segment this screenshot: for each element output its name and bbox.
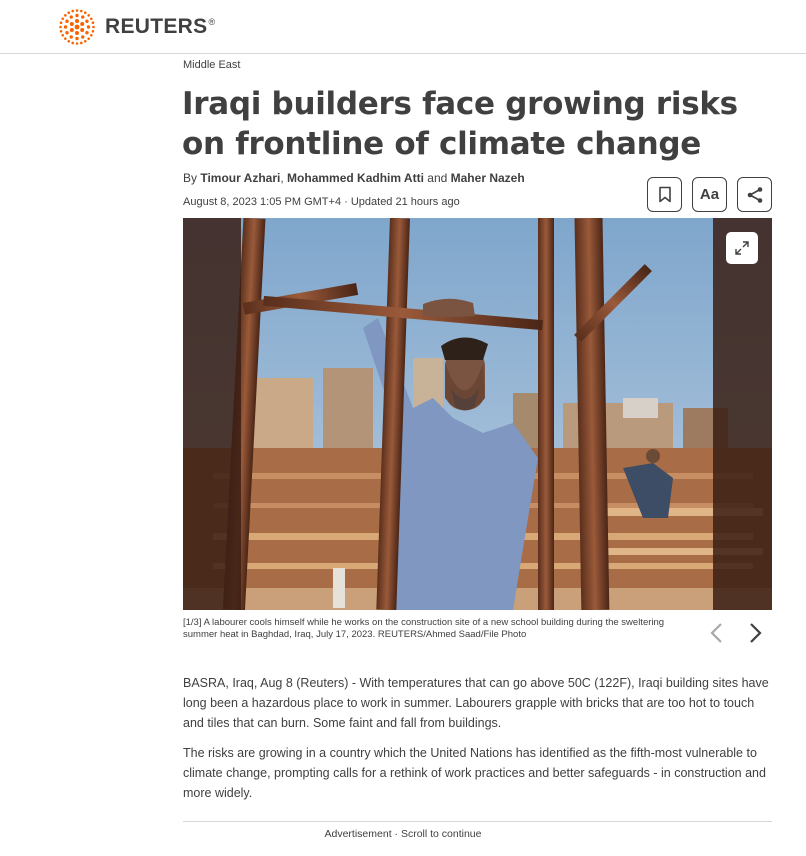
article-dateline: August 8, 2023 1:05 PM GMT+4 · Updated 2… — [183, 196, 460, 208]
byline: By Timour Azhari, Mohammed Kadhim Atti a… — [183, 171, 525, 185]
advertisement-notice: Advertisement · Scroll to continue — [324, 828, 482, 840]
section-link[interactable]: Middle East — [183, 59, 240, 71]
photo-scene — [183, 218, 772, 610]
text-size-label: Aa — [699, 186, 720, 203]
chevron-left-icon — [710, 623, 722, 643]
article-headline: Iraqi builders face growing risks on fro… — [182, 86, 738, 162]
author-link-3[interactable]: Maher Nazeh — [451, 171, 525, 185]
brand-name: REUTERS® — [105, 15, 215, 39]
article-paragraph: BASRA, Iraq, Aug 8 (Reuters) - With temp… — [183, 676, 769, 730]
photo-caption: [1/3] A labourer cools himself while he … — [183, 617, 665, 640]
bookmark-button[interactable] — [647, 177, 682, 212]
expand-icon — [735, 241, 749, 255]
share-button[interactable] — [737, 177, 772, 212]
brand-registered-mark: ® — [208, 17, 216, 27]
gallery-next-button[interactable] — [744, 621, 766, 645]
bookmark-icon — [658, 186, 671, 203]
share-icon — [747, 186, 762, 203]
text-size-button[interactable]: Aa — [692, 177, 727, 212]
article-photo[interactable] — [183, 218, 772, 610]
gallery-prev-button[interactable] — [706, 621, 728, 645]
article-paragraph: The risks are growing in a country which… — [183, 746, 766, 800]
ad-divider — [183, 821, 772, 822]
expand-photo-button[interactable] — [726, 232, 758, 264]
brand-name-text: REUTERS — [105, 15, 208, 38]
reuters-logo[interactable]: REUTERS® — [57, 8, 215, 46]
byline-separator: and — [423, 171, 451, 185]
reuters-logo-icon — [59, 9, 95, 45]
author-link-1[interactable]: Timour Azhari — [200, 171, 280, 185]
chevron-right-icon — [750, 623, 762, 643]
author-link-2[interactable]: Mohammed Kadhim Atti — [287, 171, 424, 185]
site-header: REUTERS® — [0, 0, 806, 54]
byline-prefix: By — [183, 171, 201, 185]
